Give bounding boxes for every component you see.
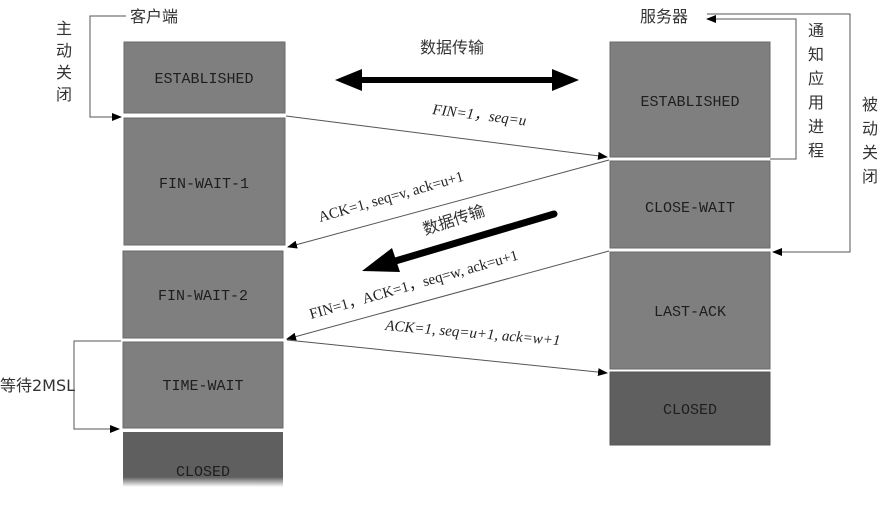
server-state-established: ESTABLISHED <box>609 41 771 158</box>
state-label: ESTABLISHED <box>640 94 739 111</box>
notify-app-char: 通 <box>808 21 824 40</box>
state-label: ESTABLISHED <box>154 71 253 88</box>
bidirectional-data-arrow <box>335 69 579 91</box>
state-label: TIME-WAIT <box>162 378 243 395</box>
ack2-label: ACK=1, seq=u+1, ack=w+1 <box>384 318 561 349</box>
notify-app-char: 程 <box>808 141 824 160</box>
active-close-char: 关 <box>56 63 72 82</box>
server-state-closed: CLOSED <box>609 371 771 446</box>
state-label: FIN-WAIT-1 <box>159 176 249 193</box>
wait-2msl-label: 等待2MSL <box>0 376 75 395</box>
notify-app-char: 进 <box>808 117 824 136</box>
data-transfer-label-top: 数据传输 <box>420 38 484 57</box>
client-label: 客户端 <box>130 7 178 26</box>
server-label: 服务器 <box>640 7 688 26</box>
notify-app-char: 用 <box>808 93 824 112</box>
active-close-char: 闭 <box>56 85 72 104</box>
fin1-arrow <box>285 115 608 160</box>
fin1-label: FIN=1，seq=u <box>431 102 528 130</box>
wait-2msl-bracket <box>73 340 121 433</box>
notify-app-char: 应 <box>808 69 824 88</box>
data-transfer-label-mid: 数据传输 <box>420 201 487 239</box>
active-close-char: 动 <box>56 41 72 60</box>
client-state-time-wait: TIME-WAIT <box>122 341 284 429</box>
state-label: CLOSE-WAIT <box>645 200 735 217</box>
passive-close-char: 动 <box>862 119 878 138</box>
passive-close-char: 被 <box>862 95 878 114</box>
active-close-bracket <box>89 15 126 121</box>
client-state-established: ESTABLISHED <box>123 41 286 114</box>
state-label: CLOSED <box>663 402 717 419</box>
passive-close-label: 被 动 关 闭 <box>862 95 878 186</box>
passive-close-char: 闭 <box>862 167 878 186</box>
server-state-close-wait: CLOSE-WAIT <box>609 160 771 249</box>
notify-app-char: 知 <box>808 45 824 64</box>
tcp-close-diagram: 客户端 主 动 关 闭 ESTABLISHED FIN-WAIT-1 FIN-W… <box>0 7 878 487</box>
server-state-last-ack: LAST-ACK <box>609 251 771 370</box>
notify-app-label: 通 知 应 用 进 程 <box>808 21 824 160</box>
passive-close-char: 关 <box>862 143 878 162</box>
active-close-char: 主 <box>56 19 72 38</box>
state-label: LAST-ACK <box>654 304 726 321</box>
state-label: CLOSED <box>176 464 230 481</box>
client-state-fin-wait-1: FIN-WAIT-1 <box>123 117 286 246</box>
client-state-closed: CLOSED <box>123 432 283 487</box>
state-label: FIN-WAIT-2 <box>158 288 248 305</box>
active-close-label: 主 动 关 闭 <box>56 19 72 104</box>
client-state-fin-wait-2: FIN-WAIT-2 <box>122 250 284 339</box>
